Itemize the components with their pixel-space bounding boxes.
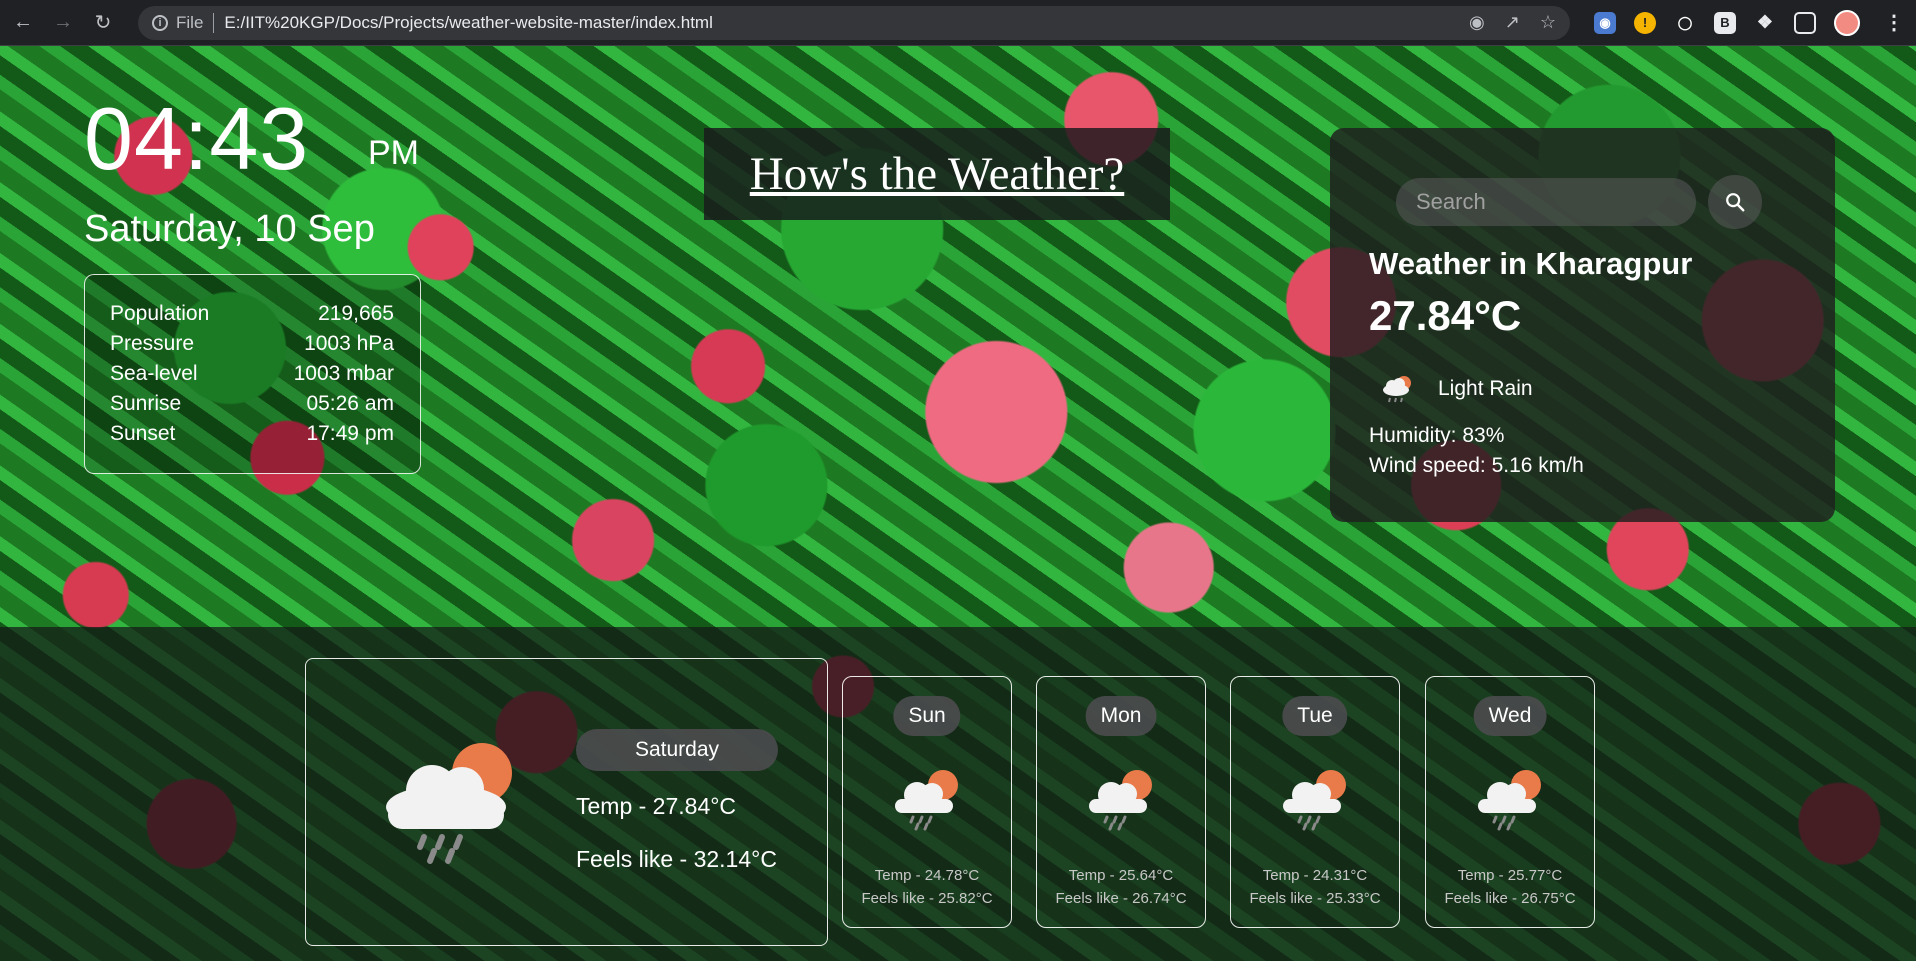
forecast-day-label: Sun: [893, 696, 961, 736]
sidebar-icon[interactable]: [1794, 11, 1816, 34]
weather-description: Light Rain: [1438, 377, 1533, 400]
forecast-temp: Temp - 25.77°C: [1457, 867, 1563, 884]
today-forecast-card: Saturday Temp - 27.84°C Feels like - 32.…: [305, 658, 828, 946]
file-label: File: [176, 12, 204, 32]
stat-value: 17:49 pm: [306, 422, 394, 445]
stat-label: Sunrise: [110, 392, 182, 415]
forecast-temp: Temp - 25.64°C: [1068, 867, 1174, 884]
address-bar[interactable]: i File E:/IIT%20KGP/Docs/Projects/weathe…: [138, 5, 1570, 40]
forecast-feels-like: Feels like - 26.75°C: [1444, 890, 1576, 907]
search-input[interactable]: [1396, 178, 1696, 226]
humidity-text: Humidity: 83%: [1369, 424, 1505, 447]
stat-label: Pressure: [110, 332, 195, 355]
stat-label: Sunset: [110, 422, 176, 445]
current-temp: 27.84°C: [1369, 292, 1522, 339]
eye-icon[interactable]: ◉: [1469, 12, 1485, 33]
forecast-card-wed: Wed Temp - 25.77°C Feels like - 26.75°C: [1425, 676, 1595, 928]
menu-icon[interactable]: ⋮: [1884, 10, 1904, 35]
stat-label: Population: [110, 302, 210, 325]
stat-value: 219,665: [318, 302, 394, 325]
clock-time: 04:43: [84, 89, 310, 188]
stat-value: 1003 mbar: [293, 362, 394, 385]
wind-speed-text: Wind speed: 5.16 km/h: [1369, 454, 1584, 477]
stat-row: Pressure 1003 hPa: [110, 329, 394, 359]
stat-label: Sea-level: [110, 362, 198, 385]
rain-cloud-sun-icon: [895, 770, 958, 831]
extension-icon[interactable]: ◉: [1594, 11, 1616, 34]
city-stats-panel: Population 219,665 Pressure 1003 hPa Sea…: [84, 274, 421, 474]
rain-cloud-sun-icon: [1478, 770, 1541, 831]
clock-date: Saturday, 10 Sep: [84, 208, 375, 250]
forecast-card-sun: Sun Temp - 24.78°C Feels like - 25.82°C: [842, 676, 1012, 928]
rain-cloud-sun-icon: [1283, 770, 1346, 831]
forward-icon[interactable]: →: [46, 6, 80, 40]
forecast-feels-like: Feels like - 25.33°C: [1249, 890, 1381, 907]
forecast-feels-like: Feels like - 25.82°C: [861, 890, 993, 907]
rain-cloud-sun-icon: [1089, 770, 1152, 831]
browser-toolbar: ← → ↻ i File E:/IIT%20KGP/Docs/Projects/…: [0, 0, 1916, 46]
search-button[interactable]: [1708, 175, 1762, 229]
extension-icon[interactable]: ◯: [1674, 12, 1696, 34]
stat-value: 05:26 am: [306, 392, 394, 415]
light-rain-cloud-sun-icon: [1383, 376, 1411, 403]
today-day-label: Saturday: [576, 729, 778, 771]
page-title: How's the Weather?: [749, 148, 1125, 200]
avatar[interactable]: [1834, 9, 1860, 36]
forecast-day-label: Mon: [1085, 696, 1157, 736]
share-icon[interactable]: ↗: [1505, 12, 1520, 33]
stat-row: Sea-level 1003 mbar: [110, 359, 394, 389]
url-text[interactable]: E:/IIT%20KGP/Docs/Projects/weather-websi…: [224, 13, 712, 33]
puzzle-icon[interactable]: ❖: [1754, 12, 1776, 34]
search-icon: [1726, 193, 1745, 212]
forecast-day-label: Wed: [1473, 696, 1547, 736]
forecast-day-label: Tue: [1282, 696, 1348, 736]
forecast-temp: Temp - 24.31°C: [1262, 867, 1368, 884]
extension-icon[interactable]: B: [1714, 11, 1736, 34]
forecast-card-mon: Mon Temp - 25.64°C Feels like - 26.74°C: [1036, 676, 1206, 928]
forecast-temp: Temp - 24.78°C: [874, 867, 980, 884]
back-icon[interactable]: ←: [6, 6, 40, 40]
info-icon[interactable]: i: [152, 14, 168, 31]
today-temp: Temp - 27.84°C: [576, 793, 737, 819]
clock-ampm: PM: [368, 134, 419, 172]
city-heading: Weather in Kharagpur: [1369, 246, 1693, 281]
title-banner: How's the Weather?: [704, 128, 1170, 220]
star-icon[interactable]: ☆: [1540, 12, 1556, 33]
weather-description-row: Light Rain: [1380, 374, 1533, 404]
stat-row: Sunset 17:49 pm: [110, 419, 394, 449]
current-weather-card: Weather in Kharagpur 27.84°C Light Rain …: [1330, 128, 1835, 522]
stat-row: Sunrise 05:26 am: [110, 389, 394, 419]
stat-row: Population 219,665: [110, 299, 394, 329]
forecast-feels-like: Feels like - 26.74°C: [1055, 890, 1187, 907]
extension-icon[interactable]: !: [1634, 11, 1656, 34]
rain-cloud-sun-icon: [386, 743, 512, 864]
today-feels-like: Feels like - 32.14°C: [576, 846, 777, 872]
forecast-card-tue: Tue Temp - 24.31°C Feels like - 25.33°C: [1230, 676, 1400, 928]
reload-icon[interactable]: ↻: [86, 6, 120, 40]
stat-value: 1003 hPa: [304, 332, 394, 355]
divider: [213, 12, 215, 33]
